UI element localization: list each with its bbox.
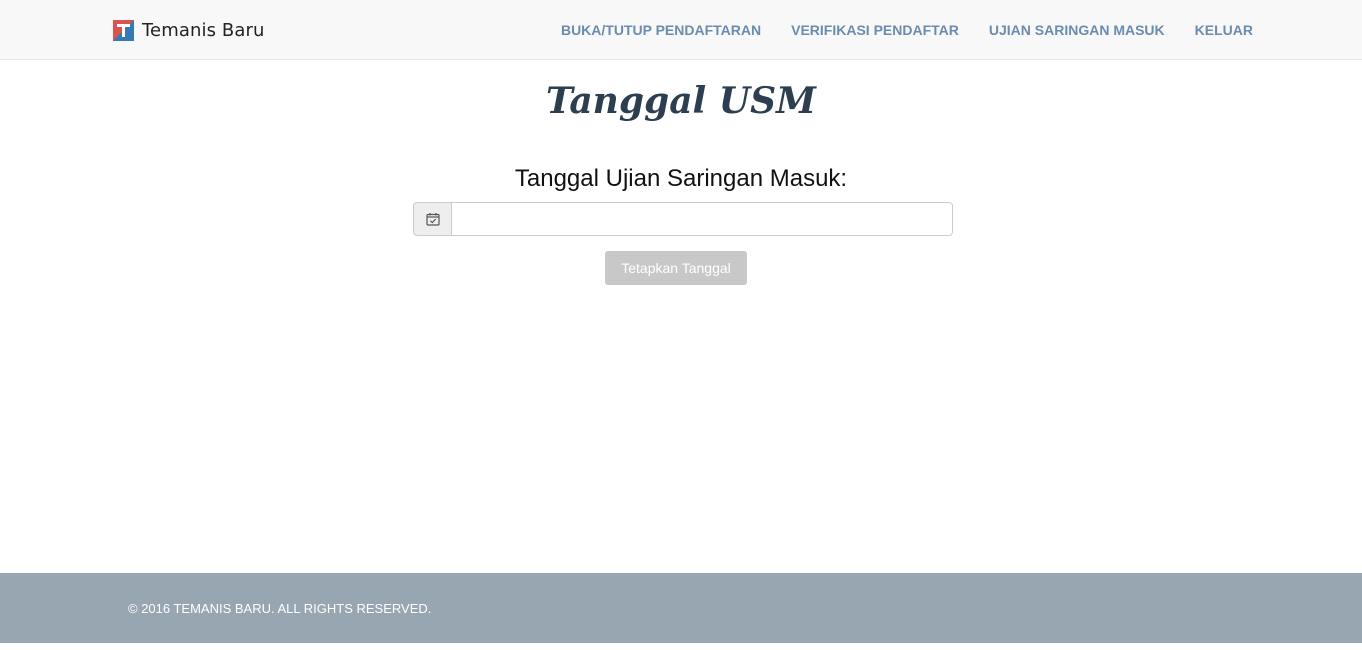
date-field-label: Tanggal Ujian Saringan Masuk: [514,165,848,192]
navbar: Temanis Baru BUKA/TUTUP PENDAFTARAN VERI… [0,0,1362,60]
main-nav: BUKA/TUTUP PENDAFTARAN VERIFIKASI PENDAF… [531,0,1253,60]
date-input-group [413,202,953,236]
footer: © 2016 TEMANIS BARU. ALL RIGHTS RESERVED… [0,573,1362,643]
footer-copyright: © 2016 TEMANIS BARU. ALL RIGHTS RESERVED… [128,601,432,616]
calendar-addon[interactable] [413,202,452,236]
nav-item-keluar[interactable]: KELUAR [1195,22,1253,38]
nav-item-ujian-saringan-masuk[interactable]: UJIAN SARINGAN MASUK [989,22,1165,38]
page-title: Tanggal USM [546,80,816,122]
nav-item-buka-tutup-pendaftaran[interactable]: BUKA/TUTUP PENDAFTARAN [561,22,761,38]
brand-logo-icon [113,19,134,41]
nav-item-verifikasi-pendaftar[interactable]: VERIFIKASI PENDAFTAR [791,22,959,38]
brand-name: Temanis Baru [142,19,265,41]
calendar-icon [425,213,440,226]
set-date-button[interactable]: Tetapkan Tanggal [605,251,747,285]
date-input[interactable] [452,202,953,236]
brand-link[interactable]: Temanis Baru [113,19,264,41]
